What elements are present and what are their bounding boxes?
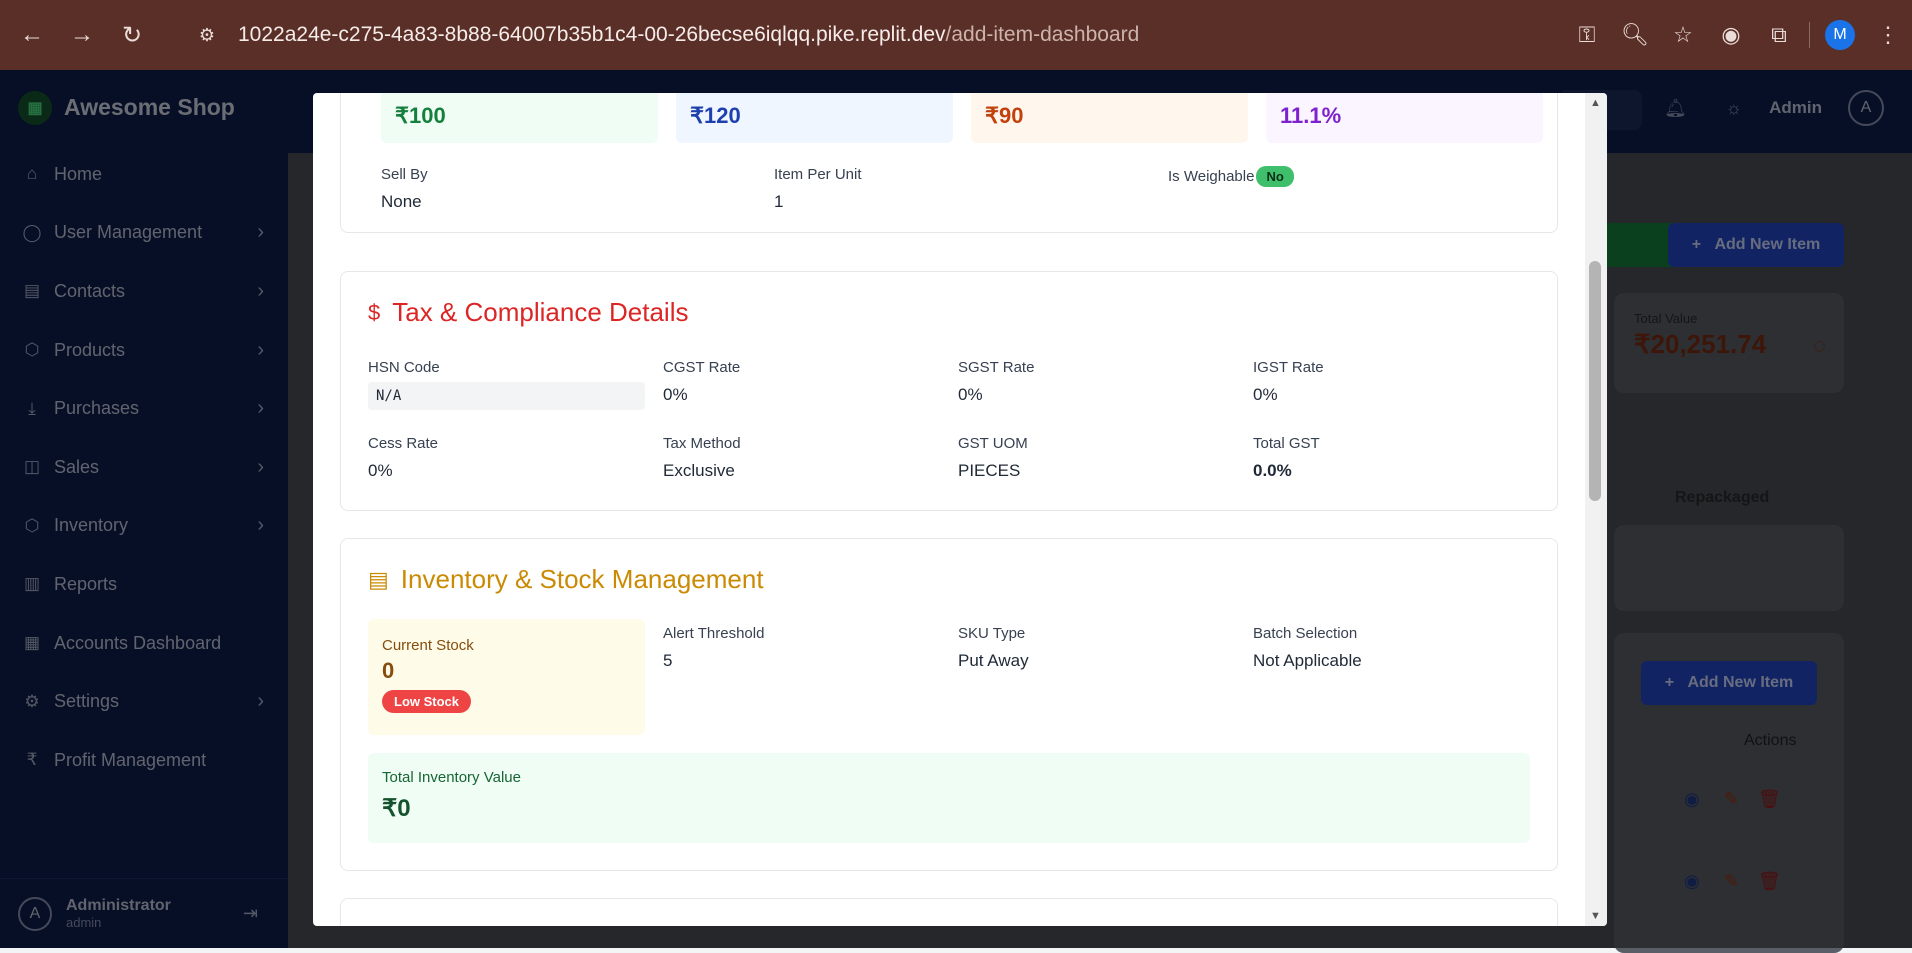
browser-toolbar: ← → ↻ ⚙ 1022a24e-c275-4a83-8b88-64007b35… [0, 0, 1912, 70]
igst-label: IGST Rate [1253, 359, 1324, 376]
price-box-1: ₹100 [381, 93, 658, 143]
bookmark-star-icon[interactable]: ☆ [1659, 22, 1707, 48]
modal-scrollbar[interactable]: ▲ ▼ [1585, 93, 1607, 926]
hsn-label: HSN Code [368, 359, 440, 376]
price-box-2: ₹120 [676, 93, 953, 143]
total-inventory-value-box: Total Inventory Value ₹0 [368, 753, 1530, 843]
password-key-icon[interactable]: ⚿ [1563, 22, 1611, 48]
tax-section-title: $ Tax & Compliance Details [368, 297, 689, 327]
weighable-badge: No [1256, 166, 1294, 187]
cookie-extension-icon[interactable]: ◉ [1707, 22, 1755, 48]
cess-value: 0% [368, 461, 393, 480]
scrollbar-thumb[interactable] [1589, 261, 1601, 501]
cess-label: Cess Rate [368, 435, 439, 452]
total-inventory-value-label: Total Inventory Value [382, 769, 521, 786]
sgst-value: 0% [958, 385, 983, 404]
current-stock-label: Current Stock [382, 637, 474, 654]
toolbar-divider [1809, 22, 1810, 48]
inventory-section-title: ▤ Inventory & Stock Management [368, 564, 764, 594]
extensions-puzzle-icon[interactable]: ⧉ [1755, 22, 1803, 48]
warehouse-icon: ▤ [368, 566, 389, 592]
reload-icon[interactable]: ↻ [114, 17, 150, 53]
url-text: 1022a24e-c275-4a83-8b88-64007b35b1c4-00-… [238, 23, 1140, 46]
sku-type-label: SKU Type [958, 625, 1026, 642]
alert-threshold-value: 5 [663, 651, 673, 670]
scroll-up-icon[interactable]: ▲ [1590, 97, 1601, 109]
sell-by-label: Sell By [381, 166, 428, 183]
cgst-label: CGST Rate [663, 359, 741, 376]
next-section-card [340, 898, 1558, 926]
tax-method-value: Exclusive [663, 461, 735, 480]
item-per-unit-label: Item Per Unit [774, 166, 862, 183]
sell-by-value: None [381, 192, 422, 211]
low-stock-badge: Low Stock [382, 690, 472, 713]
dollar-icon: $ [368, 299, 381, 325]
zoom-icon[interactable]: 🔍︎ [1611, 22, 1659, 48]
back-icon[interactable]: ← [14, 17, 50, 53]
pricing-card: ₹100 ₹120 ₹90 11.1% Sell By None Item Pe… [340, 93, 1558, 233]
profile-avatar[interactable]: M [1825, 20, 1855, 50]
igst-value: 0% [1253, 385, 1278, 404]
scroll-down-icon[interactable]: ▼ [1590, 910, 1601, 922]
total-gst-value: 0.0% [1253, 461, 1292, 480]
tax-compliance-card: $ Tax & Compliance Details HSN Code N/A … [340, 271, 1558, 511]
gst-uom-label: GST UOM [958, 435, 1028, 452]
current-stock-value: 0 [382, 658, 395, 683]
sku-type-value: Put Away [958, 651, 1029, 670]
cgst-value: 0% [663, 385, 688, 404]
total-inventory-value: ₹0 [382, 795, 411, 822]
item-per-unit-value: 1 [774, 192, 784, 211]
inventory-stock-card: ▤ Inventory & Stock Management Current S… [340, 538, 1558, 871]
batch-selection-label: Batch Selection [1253, 625, 1358, 642]
forward-icon[interactable]: → [64, 17, 100, 53]
is-weighable-field: Is Weighable No [1168, 166, 1294, 187]
price-box-margin: 11.1% [1266, 93, 1543, 143]
batch-selection-value: Not Applicable [1253, 651, 1362, 670]
menu-kebab-icon[interactable]: ⋮ [1864, 22, 1912, 48]
hsn-value: N/A [368, 382, 645, 410]
site-settings-icon[interactable]: ⚙ [190, 25, 224, 46]
price-box-3: ₹90 [971, 93, 1248, 143]
tax-method-label: Tax Method [663, 435, 741, 452]
sgst-label: SGST Rate [958, 359, 1035, 376]
total-gst-label: Total GST [1253, 435, 1320, 452]
current-stock-box: Current Stock 0 Low Stock [368, 619, 645, 735]
address-bar[interactable]: ⚙ 1022a24e-c275-4a83-8b88-64007b35b1c4-0… [180, 14, 1540, 56]
gst-uom-value: PIECES [958, 461, 1021, 480]
item-details-modal: ₹100 ₹120 ₹90 11.1% Sell By None Item Pe… [313, 93, 1607, 926]
alert-threshold-label: Alert Threshold [663, 625, 765, 642]
